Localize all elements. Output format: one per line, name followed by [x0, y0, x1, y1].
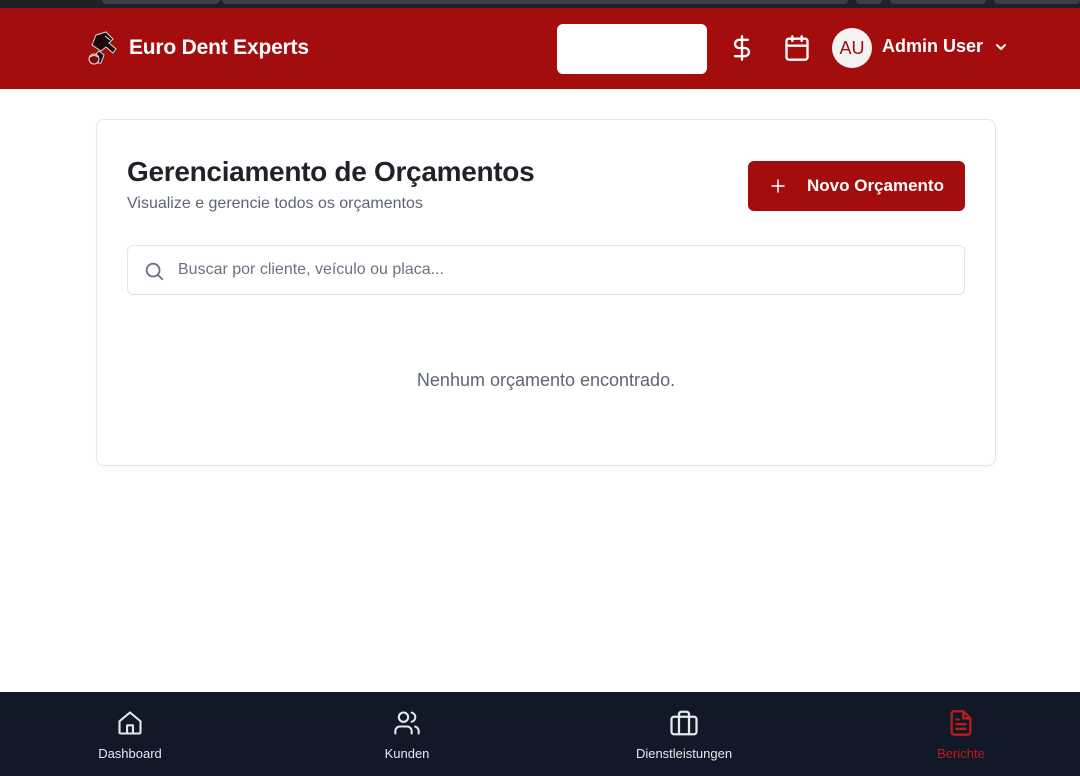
nav-label: Dienstleistungen	[635, 746, 733, 761]
dent-hammer-logo-icon	[88, 31, 117, 65]
browser-tab	[222, 0, 848, 4]
user-menu[interactable]: Admin User	[882, 36, 1009, 57]
new-quote-button[interactable]: Novo Orçamento	[748, 161, 965, 211]
browser-tab	[994, 0, 1080, 4]
nav-item-dashboard[interactable]: Dashboard	[50, 692, 210, 776]
new-quote-label: Novo Orçamento	[807, 176, 944, 195]
nav-item-kunden[interactable]: Kunden	[327, 692, 487, 776]
briefcase-icon	[669, 708, 699, 738]
page-subtitle: Visualize e gerencie todos os orçamentos	[127, 195, 423, 212]
pricing-button[interactable]	[727, 33, 757, 63]
avatar[interactable]: AU	[832, 28, 872, 68]
brand[interactable]: Euro Dent Experts	[87, 30, 309, 66]
bottom-nav: Dashboard Kunden Dienstleistungen Berich…	[0, 692, 1080, 776]
browser-tab	[102, 0, 220, 4]
page-title: Gerenciamento de Orçamentos	[127, 156, 535, 187]
plus-icon	[768, 176, 788, 196]
browser-tab	[890, 0, 986, 4]
dollar-icon	[733, 35, 751, 61]
quote-search[interactable]	[127, 245, 965, 295]
nav-label: Berichte	[937, 746, 985, 761]
calendar-icon	[785, 35, 809, 61]
nav-label: Dashboard	[98, 746, 162, 761]
nav-item-dienstleistungen[interactable]: Dienstleistungen	[604, 692, 764, 776]
document-icon	[946, 708, 976, 738]
calendar-button[interactable]	[782, 33, 812, 63]
empty-state-message: Nenhum orçamento encontrado.	[416, 370, 676, 390]
home-icon	[115, 708, 145, 738]
search-icon	[145, 262, 164, 281]
nav-label: Kunden	[384, 746, 430, 761]
users-icon	[392, 708, 422, 738]
browser-chrome-strip	[0, 0, 1080, 8]
browser-tab	[856, 0, 882, 4]
app-header: Euro Dent Experts AU Admin User	[0, 8, 1080, 89]
brand-title: Euro Dent Experts	[129, 36, 309, 59]
nav-item-berichte[interactable]: Berichte	[881, 692, 1041, 776]
quotes-card: Gerenciamento de Orçamentos Visualize e …	[96, 119, 996, 466]
quote-search-input[interactable]	[178, 246, 958, 294]
user-name: Admin User	[882, 36, 984, 56]
header-search-input[interactable]	[557, 24, 707, 74]
chevron-down-icon	[996, 43, 1007, 50]
